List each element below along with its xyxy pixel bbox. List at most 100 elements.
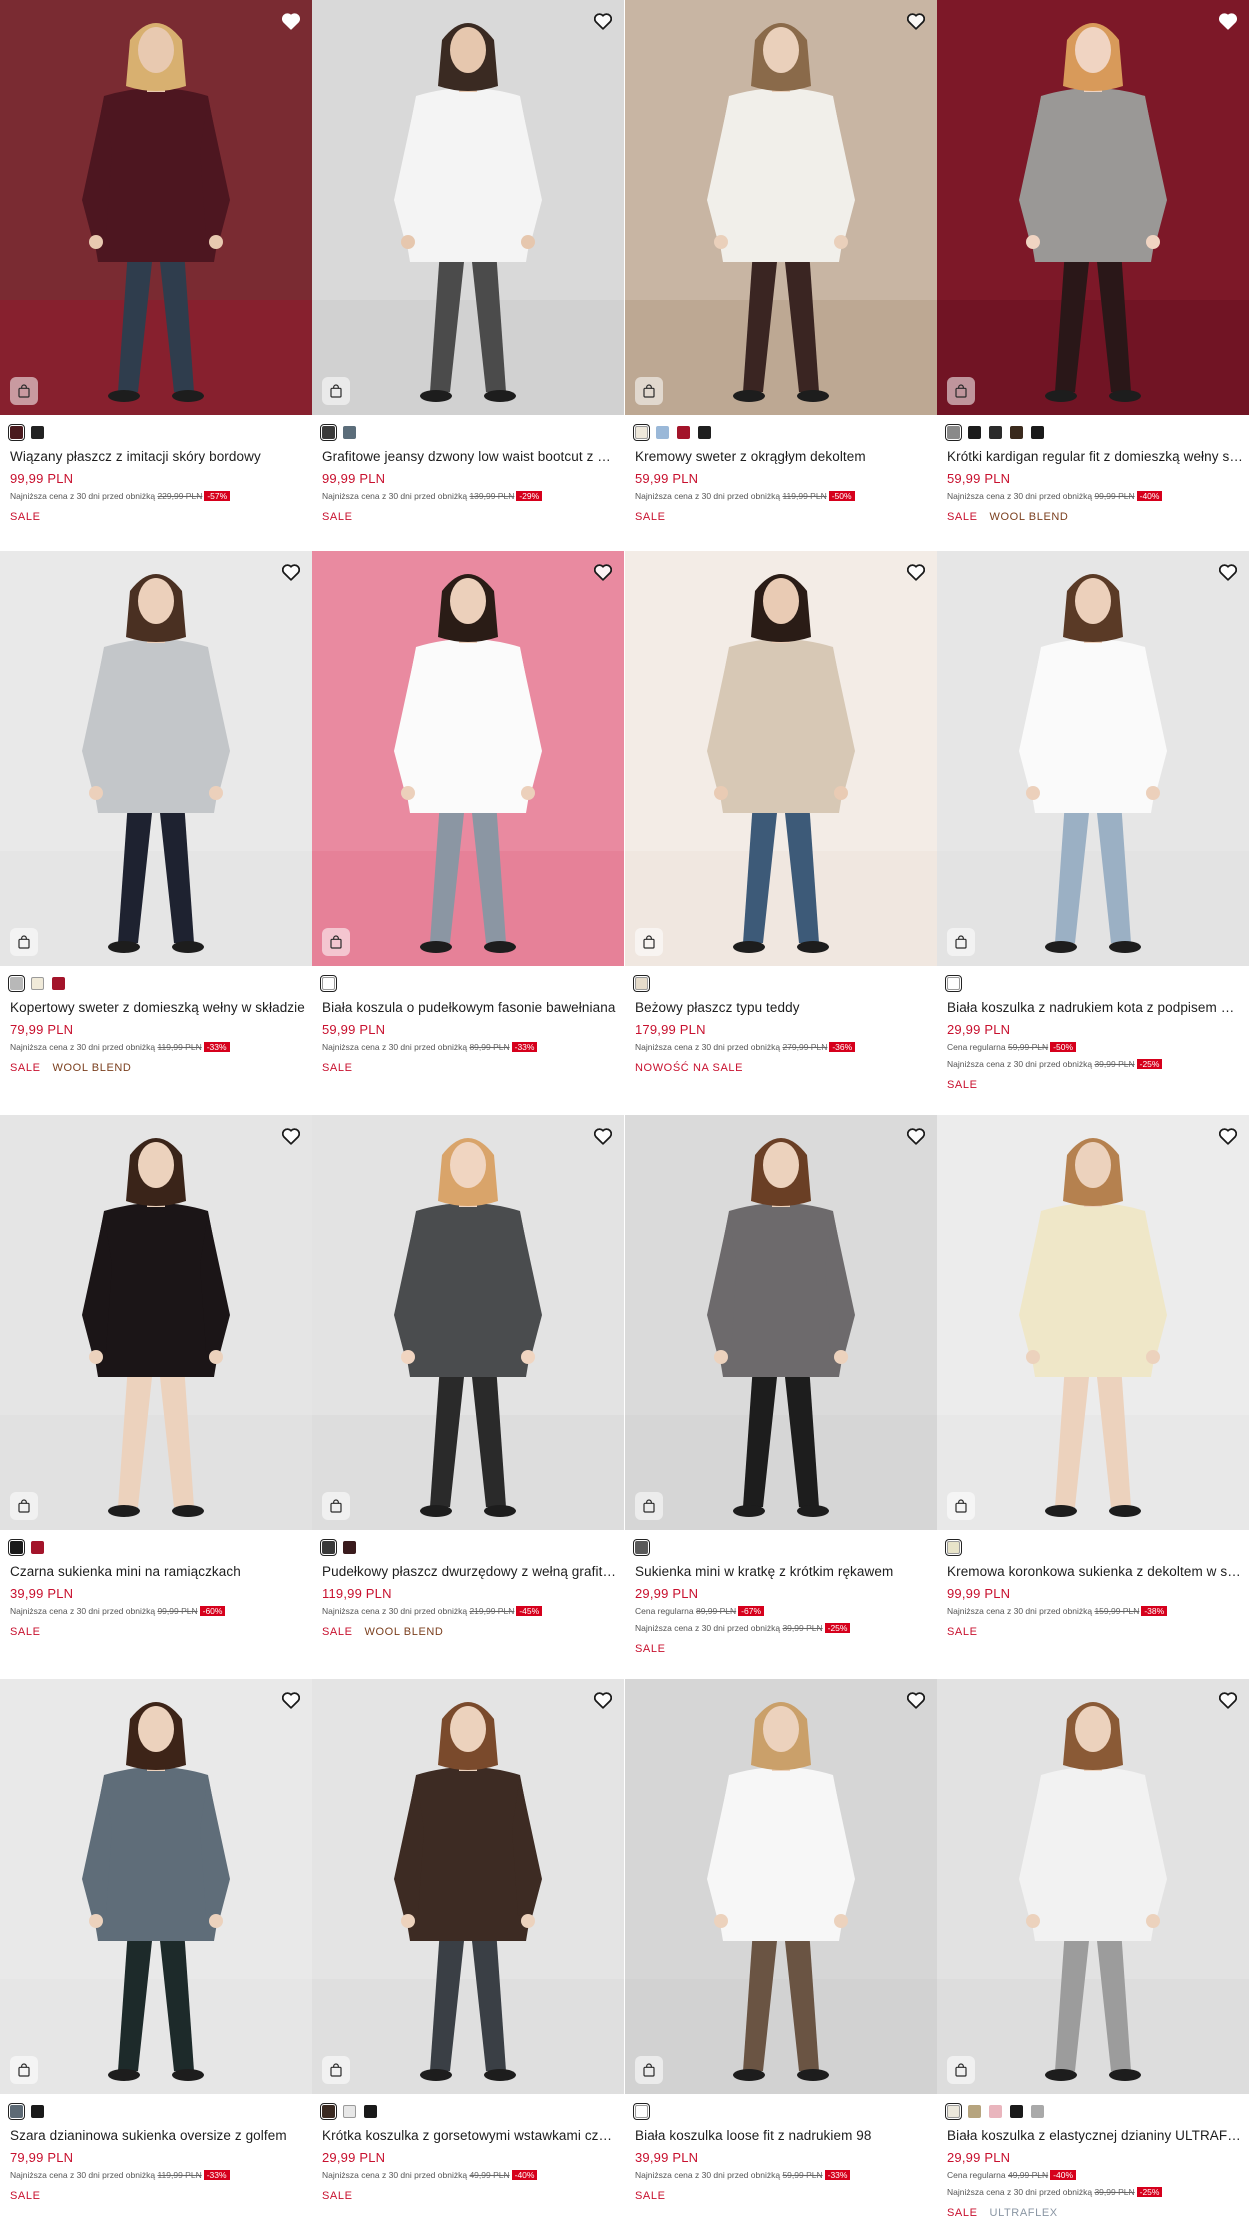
product-image[interactable]	[937, 551, 1249, 966]
product-title[interactable]: Krótki kardigan regular fit z domieszką …	[947, 449, 1243, 464]
color-swatch[interactable]	[364, 2104, 377, 2118]
color-swatch[interactable]	[31, 425, 44, 439]
color-swatch[interactable]	[8, 1538, 25, 1556]
product-image[interactable]	[937, 1679, 1249, 2094]
color-swatch[interactable]	[945, 2102, 962, 2120]
shopping-bag-icon[interactable]	[10, 1492, 38, 1520]
product-photo[interactable]	[937, 1115, 1249, 1530]
product-image[interactable]	[625, 1679, 937, 2094]
product-photo[interactable]	[0, 0, 312, 415]
product-card[interactable]: Czarna sukienka mini na ramiączkach 39,99…	[0, 1115, 312, 1679]
heart-icon[interactable]	[1217, 10, 1239, 32]
color-swatch[interactable]	[8, 974, 25, 992]
product-image[interactable]	[937, 0, 1249, 415]
shopping-bag-icon[interactable]	[322, 928, 350, 956]
shopping-bag-icon[interactable]	[947, 377, 975, 405]
shopping-bag-icon[interactable]	[322, 1492, 350, 1520]
product-photo[interactable]	[0, 1115, 312, 1530]
shopping-bag-icon[interactable]	[322, 2056, 350, 2084]
product-card[interactable]: Biała koszulka z elastycznej dzianiny UL…	[937, 1679, 1249, 2239]
color-swatch[interactable]	[1031, 425, 1044, 439]
color-swatch[interactable]	[656, 425, 669, 439]
product-image[interactable]	[625, 551, 937, 966]
heart-icon[interactable]	[280, 1689, 302, 1711]
product-title[interactable]: Biała koszulka loose fit z nadrukiem 98	[635, 2128, 931, 2143]
shopping-bag-icon[interactable]	[10, 2056, 38, 2084]
color-swatch[interactable]	[968, 2104, 981, 2118]
shopping-bag-icon[interactable]	[635, 2056, 663, 2084]
color-swatch[interactable]	[989, 2104, 1002, 2118]
product-title[interactable]: Kopertowy sweter z domieszką wełny w skł…	[10, 1000, 306, 1015]
color-swatch[interactable]	[698, 425, 711, 439]
product-image[interactable]	[0, 1115, 312, 1530]
color-swatch[interactable]	[633, 2102, 650, 2120]
heart-icon[interactable]	[592, 561, 614, 583]
product-title[interactable]: Kremowa koronkowa sukienka z dekoltem w …	[947, 1564, 1243, 1579]
color-swatch[interactable]	[320, 2102, 337, 2120]
product-image[interactable]	[0, 1679, 312, 2094]
product-image[interactable]	[312, 1679, 624, 2094]
shopping-bag-icon[interactable]	[947, 1492, 975, 1520]
heart-icon[interactable]	[280, 10, 302, 32]
product-card[interactable]: Biała koszulka z nadrukiem kota z podpis…	[937, 551, 1249, 1115]
product-title[interactable]: Krótka koszulka z gorsetowymi wstawkami …	[322, 2128, 618, 2143]
product-card[interactable]: Krótka koszulka z gorsetowymi wstawkami …	[312, 1679, 624, 2239]
color-swatch[interactable]	[320, 423, 337, 441]
product-card[interactable]: Szara dzianinowa sukienka oversize z gol…	[0, 1679, 312, 2239]
product-photo[interactable]	[312, 551, 624, 966]
product-card[interactable]: Kopertowy sweter z domieszką wełny w skł…	[0, 551, 312, 1115]
heart-icon[interactable]	[592, 1125, 614, 1147]
color-swatch[interactable]	[52, 976, 65, 990]
product-image[interactable]	[312, 0, 624, 415]
product-image[interactable]	[312, 1115, 624, 1530]
product-title[interactable]: Beżowy płaszcz typu teddy	[635, 1000, 931, 1015]
shopping-bag-icon[interactable]	[947, 928, 975, 956]
product-title[interactable]: Biała koszulka z nadrukiem kota z podpis…	[947, 1000, 1243, 1015]
product-card[interactable]: Kremowy sweter z okrągłym dekoltem 59,99 …	[625, 0, 937, 564]
product-image[interactable]	[625, 0, 937, 415]
product-photo[interactable]	[312, 1679, 624, 2094]
shopping-bag-icon[interactable]	[322, 377, 350, 405]
color-swatch[interactable]	[31, 1540, 44, 1554]
product-title[interactable]: Grafitowe jeansy dzwony low waist bootcu…	[322, 449, 618, 464]
color-swatch[interactable]	[633, 1538, 650, 1556]
heart-icon[interactable]	[905, 10, 927, 32]
product-photo[interactable]	[937, 1679, 1249, 2094]
color-swatch[interactable]	[1031, 2104, 1044, 2118]
product-card[interactable]: Krótki kardigan regular fit z domieszką …	[937, 0, 1249, 564]
product-card[interactable]: Pudełkowy płaszcz dwurzędowy z wełną gra…	[312, 1115, 624, 1679]
product-photo[interactable]	[625, 551, 937, 966]
color-swatch[interactable]	[945, 1538, 962, 1556]
color-swatch[interactable]	[968, 425, 981, 439]
color-swatch[interactable]	[8, 2102, 25, 2120]
product-title[interactable]: Wiązany płaszcz z imitacji skóry bordowy	[10, 449, 306, 464]
product-photo[interactable]	[937, 551, 1249, 966]
heart-icon[interactable]	[1217, 1689, 1239, 1711]
heart-icon[interactable]	[905, 561, 927, 583]
color-swatch[interactable]	[945, 974, 962, 992]
color-swatch[interactable]	[633, 423, 650, 441]
product-image[interactable]	[312, 551, 624, 966]
product-photo[interactable]	[312, 1115, 624, 1530]
color-swatch[interactable]	[31, 976, 44, 990]
color-swatch[interactable]	[989, 425, 1002, 439]
shopping-bag-icon[interactable]	[10, 377, 38, 405]
heart-icon[interactable]	[280, 561, 302, 583]
heart-icon[interactable]	[1217, 561, 1239, 583]
shopping-bag-icon[interactable]	[635, 1492, 663, 1520]
product-image[interactable]	[0, 551, 312, 966]
product-title[interactable]: Kremowy sweter z okrągłym dekoltem	[635, 449, 931, 464]
product-image[interactable]	[937, 1115, 1249, 1530]
color-swatch[interactable]	[633, 974, 650, 992]
product-photo[interactable]	[0, 551, 312, 966]
color-swatch[interactable]	[8, 423, 25, 441]
shopping-bag-icon[interactable]	[10, 928, 38, 956]
product-image[interactable]	[0, 0, 312, 415]
heart-icon[interactable]	[905, 1689, 927, 1711]
product-title[interactable]: Sukienka mini w kratkę z krótkim rękawem	[635, 1564, 931, 1579]
color-swatch[interactable]	[320, 1538, 337, 1556]
shopping-bag-icon[interactable]	[947, 2056, 975, 2084]
product-photo[interactable]	[625, 0, 937, 415]
color-swatch[interactable]	[1010, 425, 1023, 439]
heart-icon[interactable]	[592, 1689, 614, 1711]
